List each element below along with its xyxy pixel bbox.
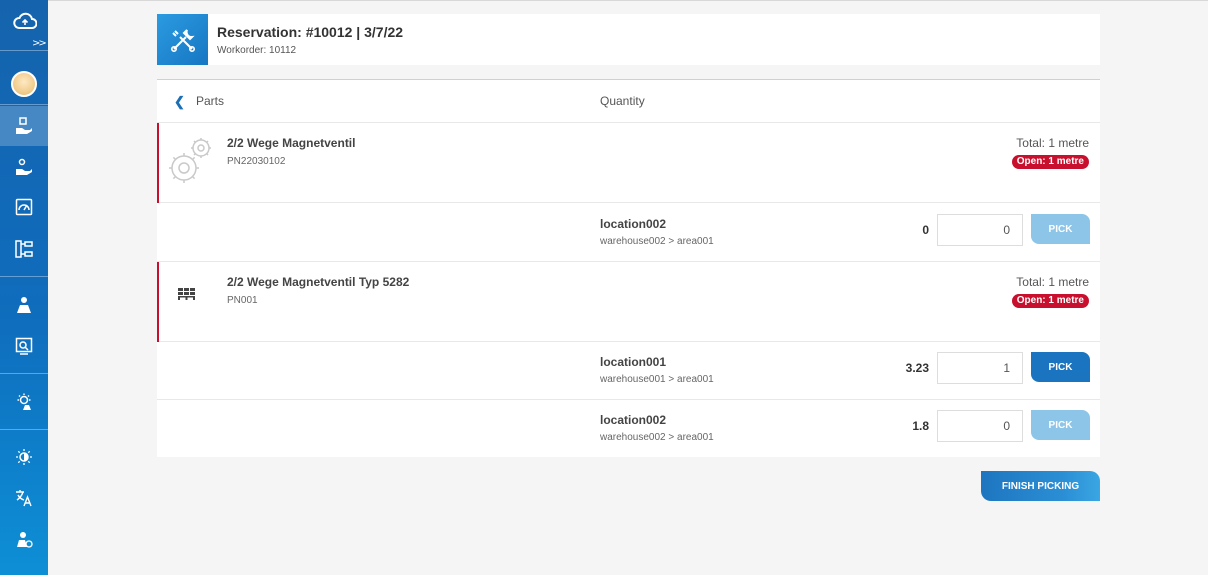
pallet-icon xyxy=(178,287,196,305)
back-chevron-icon[interactable]: ❮ xyxy=(174,94,185,110)
parts-table: ❮ Parts Quantity 2/2 Wege Magnetventil P… xyxy=(157,79,1100,457)
worker-icon xyxy=(17,297,31,313)
sidebar-item-technician[interactable] xyxy=(0,285,48,325)
sidebar-item-logout[interactable] xyxy=(0,519,48,559)
sidebar-item-language[interactable] xyxy=(0,478,48,518)
avatar xyxy=(11,71,37,97)
location-name: location002 xyxy=(600,217,667,231)
brightness-icon xyxy=(16,449,32,465)
part-number: PN22030102 xyxy=(227,156,286,167)
hand-parts-icon xyxy=(16,158,32,175)
sidebar-item-delivery[interactable] xyxy=(0,147,48,187)
sidebar-logo[interactable]: >> xyxy=(0,0,48,51)
page-title: Reservation: #10012 | 3/7/22 xyxy=(217,24,404,40)
sidebar-item-inspection[interactable] xyxy=(0,326,48,366)
open-badge: Open: 1 metre xyxy=(1011,294,1089,308)
part-name: 2/2 Wege Magnetventil Typ 5282 xyxy=(227,275,410,289)
sidebar: >> xyxy=(0,0,48,575)
finish-picking-button[interactable]: FINISH PICKING xyxy=(981,471,1100,501)
available-quantity: 1.8 xyxy=(912,419,929,433)
translate-icon xyxy=(16,490,32,507)
part-total: Total: 1 metre xyxy=(1016,275,1089,289)
part-row: 2/2 Wege Magnetventil Typ 5282 PN001 Tot… xyxy=(157,262,1100,342)
location-path: warehouse001 > area001 xyxy=(600,374,714,385)
lightbulb-person-icon xyxy=(17,393,31,410)
location-row: location002 warehouse002 > area001 0 PIC… xyxy=(157,204,1100,262)
reservation-header: Reservation: #10012 | 3/7/22 Workorder: … xyxy=(157,14,1100,65)
sidebar-item-picking[interactable] xyxy=(0,106,48,146)
hand-box-icon xyxy=(16,117,32,134)
part-number: PN001 xyxy=(227,295,258,306)
hierarchy-icon xyxy=(15,240,33,258)
table-header: ❮ Parts Quantity xyxy=(157,80,1100,123)
pick-quantity-input[interactable] xyxy=(937,352,1023,384)
column-header-parts: Parts xyxy=(196,94,225,108)
location-row: location001 warehouse001 > area001 3.23 … xyxy=(157,342,1100,400)
open-badge: Open: 1 metre xyxy=(1011,155,1089,169)
workorder-label: Workorder: 10112 xyxy=(217,45,297,56)
pick-button[interactable]: PICK xyxy=(1031,214,1090,244)
part-row: 2/2 Wege Magnetventil PN22030102 Total: … xyxy=(157,123,1100,203)
part-name: 2/2 Wege Magnetventil xyxy=(227,136,356,150)
gears-icon xyxy=(167,135,215,192)
top-border xyxy=(48,0,1208,1)
column-header-quantity: Quantity xyxy=(600,94,645,108)
location-name: location001 xyxy=(600,355,667,369)
location-row: location002 warehouse002 > area001 1.8 P… xyxy=(157,400,1100,458)
user-logout-icon xyxy=(17,532,33,548)
part-total: Total: 1 metre xyxy=(1016,136,1089,150)
sidebar-item-theme[interactable] xyxy=(0,437,48,477)
location-path: warehouse002 > area001 xyxy=(600,236,714,247)
sidebar-user-avatar[interactable] xyxy=(0,64,48,104)
pick-button[interactable]: PICK xyxy=(1031,410,1090,440)
pick-quantity-input[interactable] xyxy=(937,410,1023,442)
cloud-icon xyxy=(13,12,37,29)
sidebar-item-dashboard[interactable] xyxy=(0,187,48,227)
location-name: location002 xyxy=(600,413,667,427)
tools-icon xyxy=(157,14,208,65)
sidebar-item-ideas[interactable] xyxy=(0,382,48,422)
gauge-icon xyxy=(15,198,33,216)
open-indicator xyxy=(157,262,159,342)
expand-sidebar-icon[interactable]: >> xyxy=(32,38,47,49)
pick-button[interactable]: PICK xyxy=(1031,352,1090,382)
available-quantity: 3.23 xyxy=(905,361,929,375)
inspection-icon xyxy=(15,337,33,355)
sidebar-item-structure[interactable] xyxy=(0,229,48,269)
location-path: warehouse002 > area001 xyxy=(600,432,714,443)
available-quantity: 0 xyxy=(922,223,929,237)
pick-quantity-input[interactable] xyxy=(937,214,1023,246)
open-indicator xyxy=(157,123,159,203)
